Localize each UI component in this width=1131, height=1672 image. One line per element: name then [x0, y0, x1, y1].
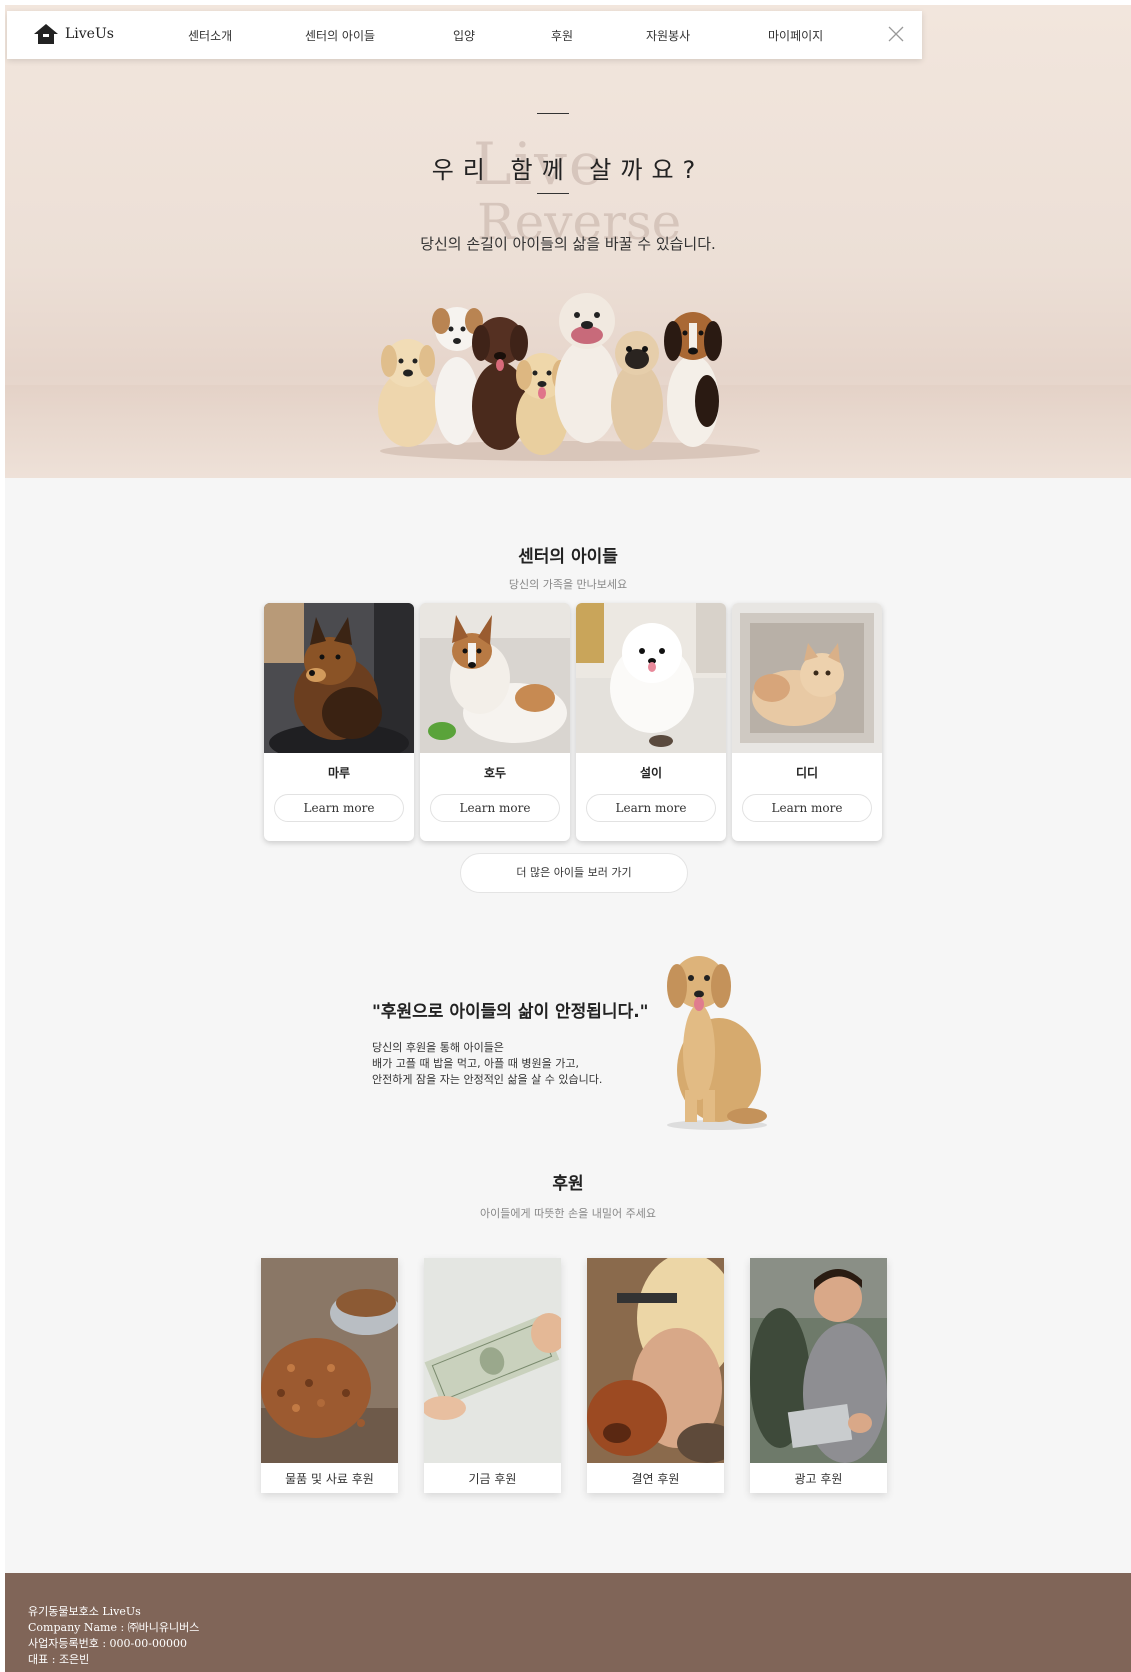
- donation-card-label: 결연 후원: [631, 1472, 680, 1486]
- learn-more-button[interactable]: Learn more: [742, 794, 872, 822]
- nav-item-adoption[interactable]: 입양: [453, 27, 475, 44]
- advertising-photo: [750, 1258, 887, 1463]
- footer-company-name: Company Name : ㈜바니유니버스: [28, 1621, 200, 1634]
- quote-line: 당신의 후원을 통해 아이들은: [372, 1041, 504, 1054]
- donation-card-sponsorship[interactable]: 결연 후원: [587, 1258, 724, 1493]
- view-more-animals-button[interactable]: 더 많은 아이들 보러 가기: [460, 853, 688, 893]
- footer-representative: 대표 : 조은빈: [28, 1653, 90, 1666]
- brand-name: LiveUs: [65, 26, 114, 42]
- footer: 유기동물보호소 LiveUs Company Name : ㈜바니유니버스 사업…: [5, 1573, 1131, 1672]
- donation-quote: "후원으로 아이들의 삶이 안정됩니다.": [372, 1002, 649, 1022]
- pet-name: 설이: [639, 766, 663, 780]
- pets-section-title: 센터의 아이들: [518, 547, 618, 567]
- nav-item-mypage[interactable]: 마이페이지: [768, 27, 823, 44]
- hero-subtitle: 당신의 손길이 아이들의 삶을 바꿀 수 있습니다.: [420, 235, 716, 253]
- brand-logo[interactable]: LiveUs: [33, 23, 114, 45]
- donation-card-label: 광고 후원: [794, 1472, 843, 1486]
- close-icon[interactable]: [887, 25, 905, 43]
- footer-org-name: 유기동물보호소 LiveUs: [28, 1605, 141, 1618]
- donation-card-advertising[interactable]: 광고 후원: [750, 1258, 887, 1493]
- pet-photo-didi: [732, 603, 882, 753]
- hero-section: Live Reverse 우리 함께 살까요? 당신의 손길이 아이들의 삶을 …: [5, 5, 1131, 478]
- dogs-group-image: [378, 293, 760, 461]
- pet-photo-maru: [264, 603, 414, 753]
- page: Live Reverse 우리 함께 살까요? 당신의 손길이 아이들의 삶을 …: [5, 5, 1131, 1672]
- quote-line: 배가 고플 때 밥을 먹고, 아플 때 병원을 가고,: [372, 1057, 580, 1070]
- money-photo: [424, 1258, 561, 1463]
- pets-section-subtitle: 당신의 가족을 만나보세요: [508, 578, 628, 591]
- learn-more-button[interactable]: Learn more: [274, 794, 404, 822]
- nav-item-volunteer[interactable]: 자원봉사: [646, 27, 690, 44]
- nav-item-about[interactable]: 센터소개: [188, 27, 232, 44]
- pet-food-photo: [261, 1258, 398, 1463]
- top-navigation: LiveUs 센터소개 센터의 아이들 입양 후원 자원봉사 마이페이지: [7, 11, 922, 59]
- house-logo-icon: [34, 24, 58, 44]
- learn-more-button[interactable]: Learn more: [430, 794, 560, 822]
- donation-card-label: 물품 및 사료 후원: [285, 1472, 374, 1486]
- donation-section-title: 후원: [552, 1174, 584, 1194]
- nav-item-center-animals[interactable]: 센터의 아이들: [305, 27, 375, 44]
- hero-title: 우리 함께 살까요?: [431, 156, 705, 184]
- hero-top-divider: [537, 113, 569, 114]
- pet-photo-seoli: [576, 603, 726, 753]
- golden-retriever-image: [667, 956, 767, 1130]
- pet-name: 마루: [327, 766, 351, 780]
- pet-name: 디디: [795, 766, 819, 780]
- learn-more-button[interactable]: Learn more: [586, 794, 716, 822]
- quote-line: 안전하게 잠을 자는 안정적인 삶을 살 수 있습니다.: [372, 1073, 603, 1086]
- pet-card: 디디 Learn more: [732, 603, 882, 841]
- nav-item-donation[interactable]: 후원: [551, 27, 573, 44]
- pet-card: 호두 Learn more: [420, 603, 570, 841]
- donation-section-subtitle: 아이들에게 따뜻한 손을 내밀어 주세요: [480, 1207, 656, 1220]
- pet-photo-hodu: [420, 603, 570, 753]
- pet-card: 마루 Learn more: [264, 603, 414, 841]
- pet-name: 호두: [483, 766, 507, 780]
- donation-card-supplies[interactable]: 물품 및 사료 후원: [261, 1258, 398, 1493]
- donation-card-fund[interactable]: 기금 후원: [424, 1258, 561, 1493]
- hero-bottom-divider: [537, 193, 569, 194]
- sponsorship-photo: [587, 1258, 724, 1463]
- pet-card: 설이 Learn more: [576, 603, 726, 841]
- donation-card-label: 기금 후원: [468, 1472, 517, 1486]
- footer-business-number: 사업자등록번호 : 000-00-00000: [28, 1637, 187, 1650]
